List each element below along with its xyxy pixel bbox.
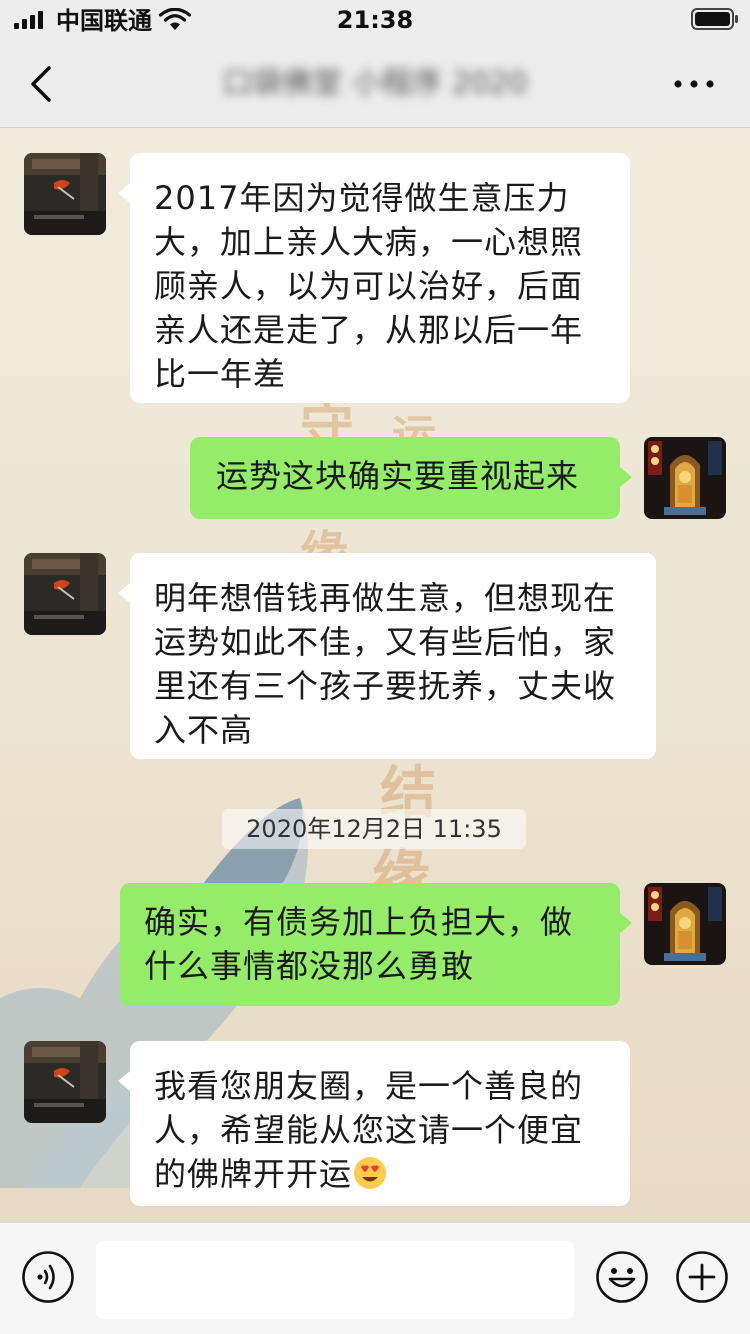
my-avatar[interactable]: [644, 437, 726, 519]
message-bubble-incoming[interactable]: 我看您朋友圈，是一个善良的人，希望能从您这请一个便宜的佛牌开开运: [118, 1041, 630, 1206]
contact-avatar[interactable]: [24, 553, 106, 635]
message-text: 2017年因为觉得做生意压力大，加上亲人大病，一心想照顾亲人，以为可以治好，后面…: [154, 179, 584, 393]
message-text: 运势这块确实要重视起来: [216, 457, 580, 495]
status-bar: 中国联通 21:38: [0, 0, 750, 40]
plus-icon[interactable]: [675, 1250, 729, 1304]
voice-icon[interactable]: [21, 1250, 75, 1304]
more-dots-icon[interactable]: [670, 72, 718, 96]
contact-avatar[interactable]: [24, 153, 106, 235]
message-input[interactable]: [96, 1241, 574, 1319]
heart-eyes-emoji: [354, 1157, 387, 1189]
chat-header: 口袋佛堂 小程序 2020: [0, 40, 750, 128]
battery-icon: [691, 8, 738, 30]
message-bubble-incoming[interactable]: 2017年因为觉得做生意压力大，加上亲人大病，一心想照顾亲人，以为可以治好，后面…: [118, 153, 630, 403]
chat-timestamp: 2020年12月2日 11:35: [222, 809, 526, 849]
contact-avatar[interactable]: [24, 1041, 106, 1123]
message-bubble-outgoing[interactable]: 运势这块确实要重视起来: [190, 437, 632, 519]
message-bubble-outgoing[interactable]: 确实，有债务加上负担大，做什么事情都没那么勇敢: [120, 883, 632, 1006]
my-avatar[interactable]: [644, 883, 726, 965]
smiley-icon[interactable]: [595, 1250, 649, 1304]
chat-input-bar: [0, 1222, 750, 1334]
status-time: 21:38: [336, 6, 414, 34]
message-text: 确实，有债务加上负担大，做什么事情都没那么勇敢: [144, 903, 574, 985]
chat-title: 口袋佛堂 小程序 2020: [222, 66, 528, 101]
message-bubble-incoming[interactable]: 明年想借钱再做生意，但想现在运势如此不佳，又有些后怕，家里还有三个孩子要抚养，丈…: [118, 553, 656, 759]
chevron-left-icon[interactable]: [20, 60, 64, 108]
message-text: 明年想借钱再做生意，但想现在运势如此不佳，又有些后怕，家里还有三个孩子要抚养，丈…: [154, 579, 617, 749]
